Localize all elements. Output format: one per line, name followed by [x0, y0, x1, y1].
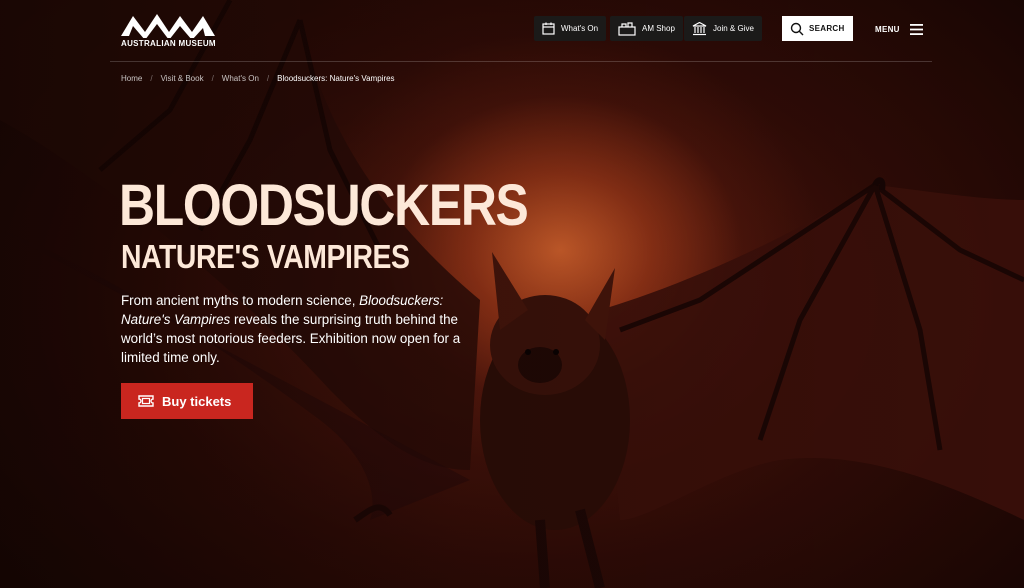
- australian-museum-logo[interactable]: AUSTRALIAN MUSEUM: [121, 10, 217, 50]
- museum-peaks-icon: [121, 14, 215, 38]
- header-divider: [110, 61, 932, 62]
- museum-building-icon: [692, 21, 707, 35]
- calendar-icon: [542, 22, 555, 35]
- search-label: SEARCH: [809, 24, 845, 33]
- hamburger-icon: [909, 23, 923, 35]
- am-shop-nav-button[interactable]: AM Shop: [610, 16, 683, 41]
- menu-label: MENU: [875, 24, 900, 34]
- breadcrumb-home[interactable]: Home: [121, 74, 142, 83]
- breadcrumb-whats-on[interactable]: What's On: [222, 74, 259, 83]
- buy-tickets-button[interactable]: Buy tickets: [121, 383, 253, 419]
- ticket-icon: [138, 395, 154, 407]
- breadcrumb-current: Bloodsuckers: Nature's Vampires: [277, 74, 395, 83]
- hero-subtitle: NATURE'S VAMPIRES: [121, 238, 410, 275]
- breadcrumb-separator: /: [211, 74, 214, 83]
- am-shop-label: AM Shop: [642, 24, 675, 33]
- whats-on-nav-button[interactable]: What's On: [534, 16, 607, 41]
- search-button[interactable]: SEARCH: [782, 16, 853, 41]
- menu-button[interactable]: MENU: [875, 19, 923, 39]
- breadcrumb: Home / Visit & Book / What's On / Bloods…: [121, 74, 395, 83]
- whats-on-label: What's On: [561, 24, 599, 33]
- search-icon: [790, 22, 804, 35]
- site-header: AUSTRALIAN MUSEUM What's On AM Shop Join…: [0, 0, 1024, 62]
- logo-text: AUSTRALIAN MUSEUM: [121, 39, 216, 48]
- breadcrumb-separator: /: [150, 74, 153, 83]
- breadcrumb-visit-book[interactable]: Visit & Book: [161, 74, 204, 83]
- join-give-nav-button[interactable]: Join & Give: [684, 16, 762, 41]
- join-give-label: Join & Give: [713, 24, 754, 33]
- hero-title: BLOODSUCKERS: [119, 173, 529, 238]
- hero-description: From ancient myths to modern science, Bl…: [121, 291, 481, 367]
- buy-tickets-label: Buy tickets: [162, 393, 232, 409]
- hero-description-intro: From ancient myths to modern science,: [121, 293, 360, 308]
- shop-icon: [618, 21, 636, 36]
- breadcrumb-separator: /: [266, 74, 270, 83]
